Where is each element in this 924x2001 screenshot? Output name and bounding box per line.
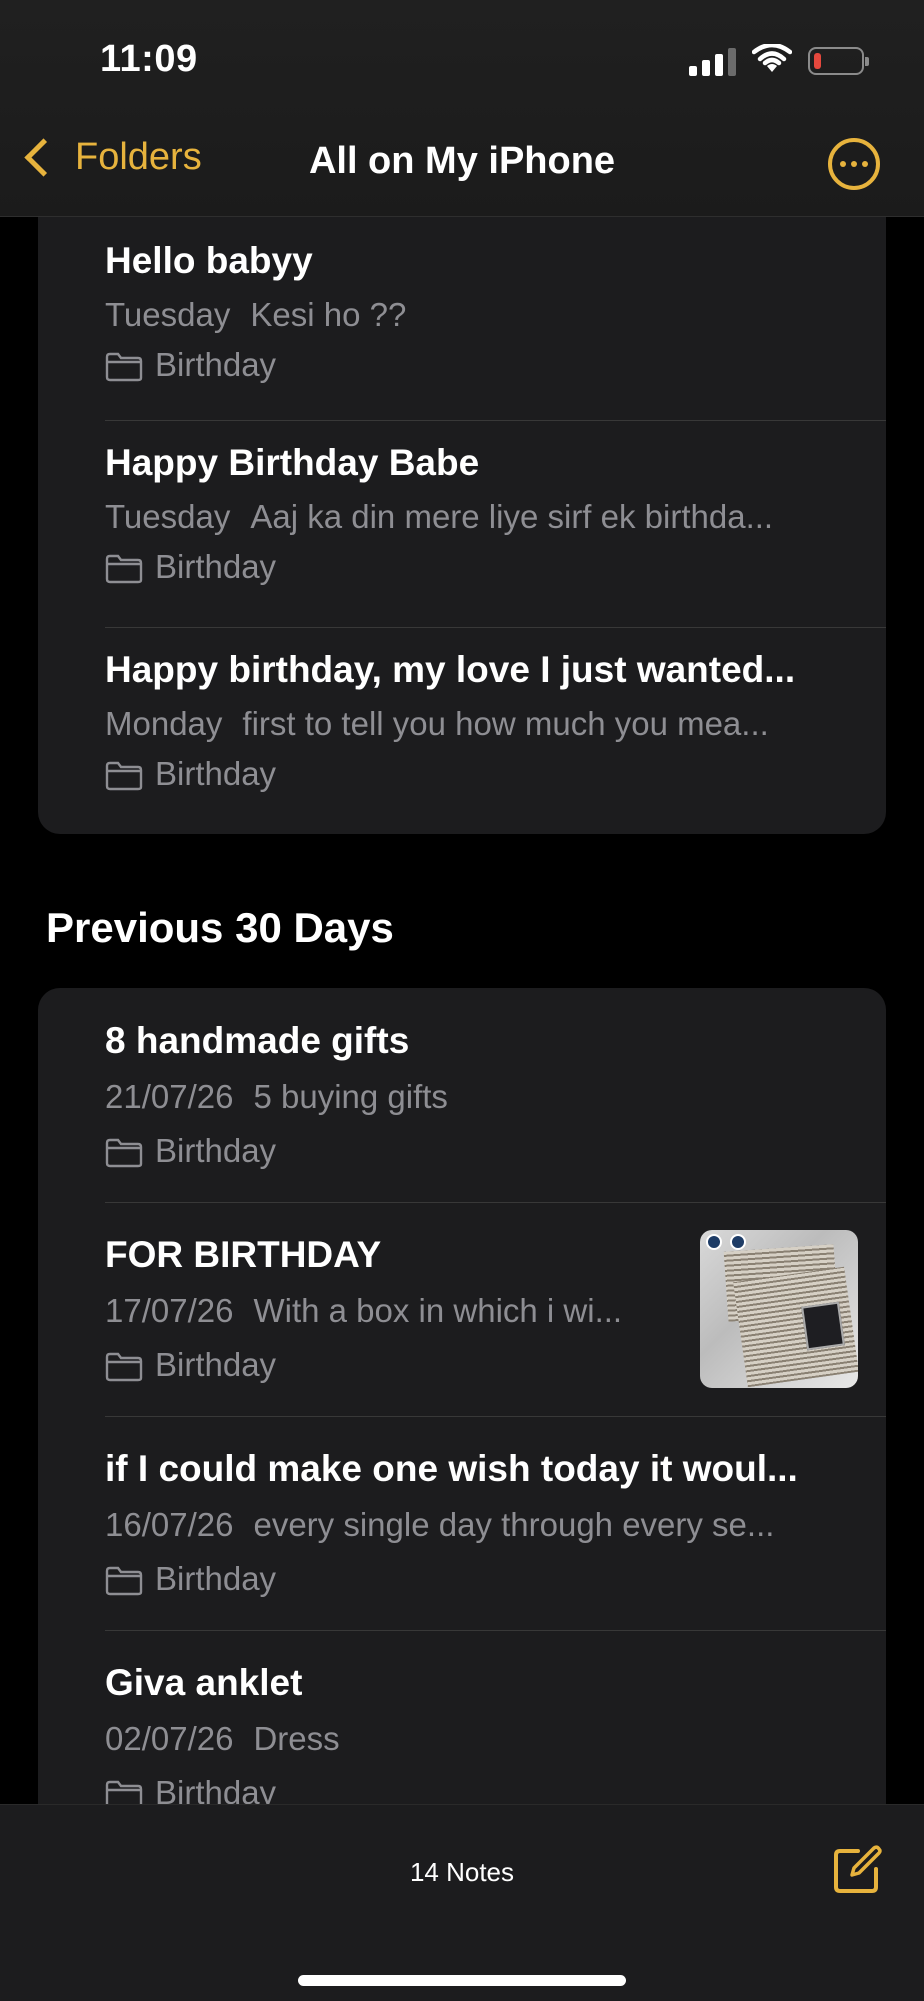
thumbnail-photo — [801, 1301, 845, 1351]
bottom-toolbar: 14 Notes — [0, 1804, 924, 2001]
status-time: 11:09 — [100, 38, 198, 80]
status-icons — [689, 42, 869, 79]
note-row[interactable]: Happy Birthday Babe Tuesday Aaj ka din me… — [38, 420, 886, 626]
note-row[interactable]: FOR BIRTHDAY 17/07/26 With a box in which… — [38, 1202, 886, 1416]
folder-icon — [105, 1352, 143, 1382]
folder-icon — [105, 761, 143, 791]
note-preview: 5 buying gifts — [253, 1078, 448, 1115]
note-meta: Monday first to tell you how much you mea… — [105, 705, 852, 743]
note-folder: Birthday — [105, 1346, 276, 1384]
note-title: 8 handmade gifts — [105, 1020, 410, 1061]
note-title: Happy birthday, my love I just wanted... — [105, 649, 796, 690]
note-meta: 21/07/26 5 buying gifts — [105, 1078, 852, 1116]
compose-note-button[interactable] — [832, 1845, 882, 1895]
folder-icon — [105, 554, 143, 584]
note-row[interactable]: Happy birthday, my love I just wanted...… — [38, 627, 886, 833]
note-folder-label: Birthday — [155, 1774, 277, 1804]
navigation-bar: 11:09 Folders All on My iPhone — [0, 0, 924, 217]
notes-group-previous-30-days: 8 handmade gifts 21/07/26 5 buying gifts … — [38, 988, 886, 1804]
ellipsis-dot — [851, 161, 857, 167]
note-folder-label: Birthday — [155, 1346, 277, 1383]
thumbnail-dot — [730, 1234, 746, 1250]
page-title: All on My iPhone — [308, 140, 616, 182]
note-meta: 17/07/26 With a box in which i wi... — [105, 1292, 686, 1330]
note-preview: every single day through every se... — [253, 1506, 775, 1543]
note-folder: Birthday — [105, 1560, 276, 1598]
note-preview: Dress — [253, 1720, 340, 1757]
notes-group-recent-rows: Happy Birthday Babe Tuesday Aaj ka din me… — [38, 150, 886, 834]
folder-icon — [105, 1566, 143, 1596]
home-indicator — [298, 1975, 626, 1986]
note-folder: Birthday — [105, 548, 276, 586]
note-row[interactable]: Giva anklet 02/07/26 Dress Birthday — [38, 1630, 886, 1804]
thumbnail-dot — [706, 1234, 722, 1250]
note-row[interactable]: if I could make one wish today it woul..… — [38, 1416, 886, 1630]
note-title: Giva anklet — [105, 1662, 303, 1703]
note-date: 16/07/26 — [105, 1506, 234, 1543]
note-folder-label: Birthday — [155, 1560, 277, 1597]
note-preview: Aaj ka din mere liye sirf ek birthda... — [250, 498, 774, 535]
note-date: Monday — [105, 705, 223, 742]
note-meta: Tuesday Aaj ka din mere liye sirf ek birt… — [105, 498, 852, 536]
notes-list[interactable]: Hello babyy Tuesday Kesi ho ?? Birthday H… — [0, 0, 924, 1804]
note-folder: Birthday — [105, 755, 276, 793]
note-meta: 16/07/26 every single day through every s… — [105, 1506, 852, 1544]
wifi-icon — [751, 42, 793, 79]
note-folder-label: Birthday — [155, 755, 277, 792]
note-meta: 02/07/26 Dress — [105, 1720, 852, 1758]
note-folder-label: Birthday — [155, 548, 277, 585]
battery-icon — [808, 47, 869, 75]
compose-icon — [834, 1845, 882, 1893]
ellipsis-dot — [862, 161, 868, 167]
note-thumbnail — [700, 1230, 858, 1388]
folder-icon — [105, 1780, 143, 1804]
note-date: 21/07/26 — [105, 1078, 234, 1115]
folder-icon — [105, 1138, 143, 1168]
note-title: FOR BIRTHDAY — [105, 1234, 382, 1275]
note-date: 17/07/26 — [105, 1292, 234, 1329]
notes-count: 14 Notes — [409, 1857, 515, 1887]
note-preview: With a box in which i wi... — [253, 1292, 623, 1329]
cellular-signal-icon — [689, 46, 736, 76]
note-folder: Birthday — [105, 1132, 276, 1170]
note-preview: first to tell you how much you mea... — [242, 705, 769, 742]
note-title: Happy Birthday Babe — [105, 442, 480, 483]
note-date: Tuesday — [105, 498, 231, 535]
note-folder: Birthday — [105, 1774, 276, 1804]
section-header-previous-30-days: Previous 30 Days — [46, 904, 394, 951]
note-title: if I could make one wish today it woul..… — [105, 1448, 798, 1489]
ellipsis-icon — [840, 161, 846, 167]
more-options-button[interactable] — [828, 138, 880, 190]
note-row[interactable]: 8 handmade gifts 21/07/26 5 buying gifts … — [38, 988, 886, 1202]
note-date: 02/07/26 — [105, 1720, 234, 1757]
note-folder-label: Birthday — [155, 1132, 277, 1169]
